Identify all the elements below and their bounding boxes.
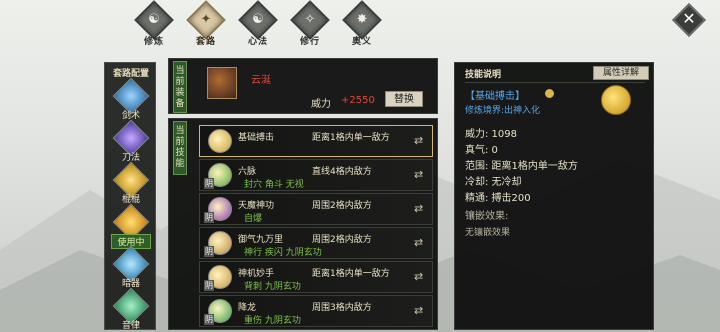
top-nav: ☯ 修炼 ✦ 套路 ☯ 心法 ✧ 修行 ✸ 奥义	[132, 0, 392, 47]
inlay-title: 镶嵌效果:	[465, 211, 509, 222]
skill-badge: 阴	[204, 178, 214, 189]
close-button[interactable]: ✕	[672, 3, 706, 37]
swap-skill-icon[interactable]: ⇄	[414, 236, 430, 250]
power-stat: 威力: 1098	[465, 129, 517, 140]
inlay-value: 无镶嵌效果	[465, 228, 511, 238]
swap-skill-icon[interactable]: ⇄	[414, 202, 430, 216]
skill-badge: 阴	[204, 212, 214, 223]
skill-row[interactable]: 阴 神机妙手背刺 九阴玄功 距离1格内单一敌方 ⇄	[199, 261, 433, 293]
realm-label: 修炼境界:	[465, 106, 505, 116]
swap-skill-icon[interactable]: ⇄	[414, 270, 430, 284]
mystery-icon: ✸	[356, 12, 368, 27]
skill-row[interactable]: 阴 降龙重伤 九阴玄功 周围3格内敌方 ⇄	[199, 295, 433, 327]
routine-config-sidebar: 套路配置 剑术 刀法 棍棍 使用中 暗器 音律	[104, 62, 156, 331]
weapon-icon[interactable]	[207, 67, 237, 99]
skill-row[interactable]: 基础搏击 距离1格内单一敌方 ⇄	[199, 125, 433, 157]
sidebar-item-staff[interactable]: 棍棍	[111, 161, 151, 205]
skill-name: 【基础搏击】	[465, 91, 525, 102]
sidebar-item-in-use[interactable]: 使用中	[111, 203, 151, 249]
skill-description-panel: 技能说明 属性详解 【基础搏击】 修炼境界:出神入化 威力: 1098 真气: …	[454, 62, 654, 330]
skill-range: 周围2格内敌方	[312, 201, 372, 211]
swap-skill-icon[interactable]: ⇄	[414, 134, 430, 148]
skill-tags: 神行 疾闪 九阴玄功	[244, 248, 322, 258]
practice-icon: ✧	[304, 12, 316, 27]
skill-icon	[208, 129, 232, 153]
cultivate-icon: ☯	[148, 12, 160, 27]
skill-range: 直线4格内敌方	[312, 167, 372, 177]
realm-value: 出神入化	[504, 106, 541, 116]
tab-mystery[interactable]: ✸ 奥义	[340, 0, 384, 47]
cooldown-stat: 冷却: 无冷却	[465, 177, 522, 188]
close-icon: ✕	[682, 9, 696, 28]
skill-name: 降龙	[238, 303, 257, 313]
skill-badge: 阴	[204, 246, 214, 257]
skill-range: 周围2格内敌方	[312, 235, 372, 245]
swap-skill-icon[interactable]: ⇄	[414, 168, 430, 182]
sidebar-item-label: 音律	[121, 321, 140, 331]
skill-name: 天魔神功	[238, 201, 275, 211]
mind-method-icon: ☯	[252, 12, 264, 27]
panel-title: 技能说明	[465, 70, 502, 80]
replace-button[interactable]: 替换	[385, 91, 423, 107]
sidebar-item-sword[interactable]: 剑术	[111, 77, 151, 121]
skill-tags: 封穴 角斗 无视	[244, 180, 304, 190]
coin-icon	[545, 89, 554, 98]
sidebar-item-blade[interactable]: 刀法	[111, 119, 151, 163]
attribute-details-button[interactable]: 属性详解	[593, 66, 649, 80]
mastery-stat: 精通: 搏击200	[465, 193, 531, 204]
tab-label: 心法	[247, 37, 268, 47]
skill-tags: 自爆	[244, 214, 263, 224]
equipment-name: 云涎	[251, 75, 271, 86]
current-equipment-panel: 当前装备 云涎 威力 +2550 替换	[168, 58, 438, 114]
current-skills-panel: 当前技能 基础搏击 距离1格内单一敌方 ⇄ 阴六脉 封穴 角斗 无视 直线4格内敌方 ⇄ 阴天…	[168, 118, 438, 330]
skill-range: 距离1格内单一敌方	[312, 269, 390, 279]
skill-name: 基础搏击	[238, 133, 275, 143]
skill-badge: 阴	[204, 314, 214, 325]
tab-cultivate[interactable]: ☯ 修炼	[132, 0, 176, 47]
skill-name: 神机妙手	[238, 269, 275, 279]
skill-row[interactable]: 阴 六脉封穴 角斗 无视 直线4格内敌方 ⇄	[199, 159, 433, 191]
range-stat: 范围: 距离1格内单一敌方	[465, 161, 578, 172]
power-label: 威力	[311, 99, 331, 110]
tab-practice[interactable]: ✧ 修行	[288, 0, 332, 47]
tab-label: 套路	[195, 37, 216, 47]
swap-skill-icon[interactable]: ⇄	[414, 304, 430, 318]
skill-range: 距离1格内单一敌方	[312, 133, 390, 143]
tab-label: 修行	[299, 37, 320, 47]
skill-orb-icon	[601, 85, 631, 115]
tab-mind-method[interactable]: ☯ 心法	[236, 0, 280, 47]
skill-tags: 重伤 九阴玄功	[244, 316, 301, 326]
skills-tab-label: 当前技能	[173, 121, 187, 175]
routine-icon: ✦	[200, 12, 212, 27]
tab-label: 奥义	[351, 37, 372, 47]
skill-name: 御气九万里	[238, 235, 284, 245]
power-value: +2550	[341, 95, 375, 106]
skill-range: 周围3格内敌方	[312, 303, 372, 313]
sidebar-item-hidden-weapon[interactable]: 暗器	[111, 245, 151, 289]
skill-row[interactable]: 阴 天魔神功自爆 周围2格内敌方 ⇄	[199, 193, 433, 225]
tab-label: 修炼	[143, 37, 164, 47]
sidebar-item-music[interactable]: 音律	[111, 287, 151, 331]
skill-tags: 背刺 九阴玄功	[244, 282, 301, 292]
skill-badge: 阴	[204, 280, 214, 291]
qi-stat: 真气: 0	[465, 145, 498, 156]
skill-row[interactable]: 阴 御气九万里神行 疾闪 九阴玄功 周围2格内敌方 ⇄	[199, 227, 433, 259]
equipment-tab-label: 当前装备	[173, 61, 187, 113]
tab-routine[interactable]: ✦ 套路	[184, 0, 228, 47]
skill-name: 六脉	[238, 167, 257, 177]
